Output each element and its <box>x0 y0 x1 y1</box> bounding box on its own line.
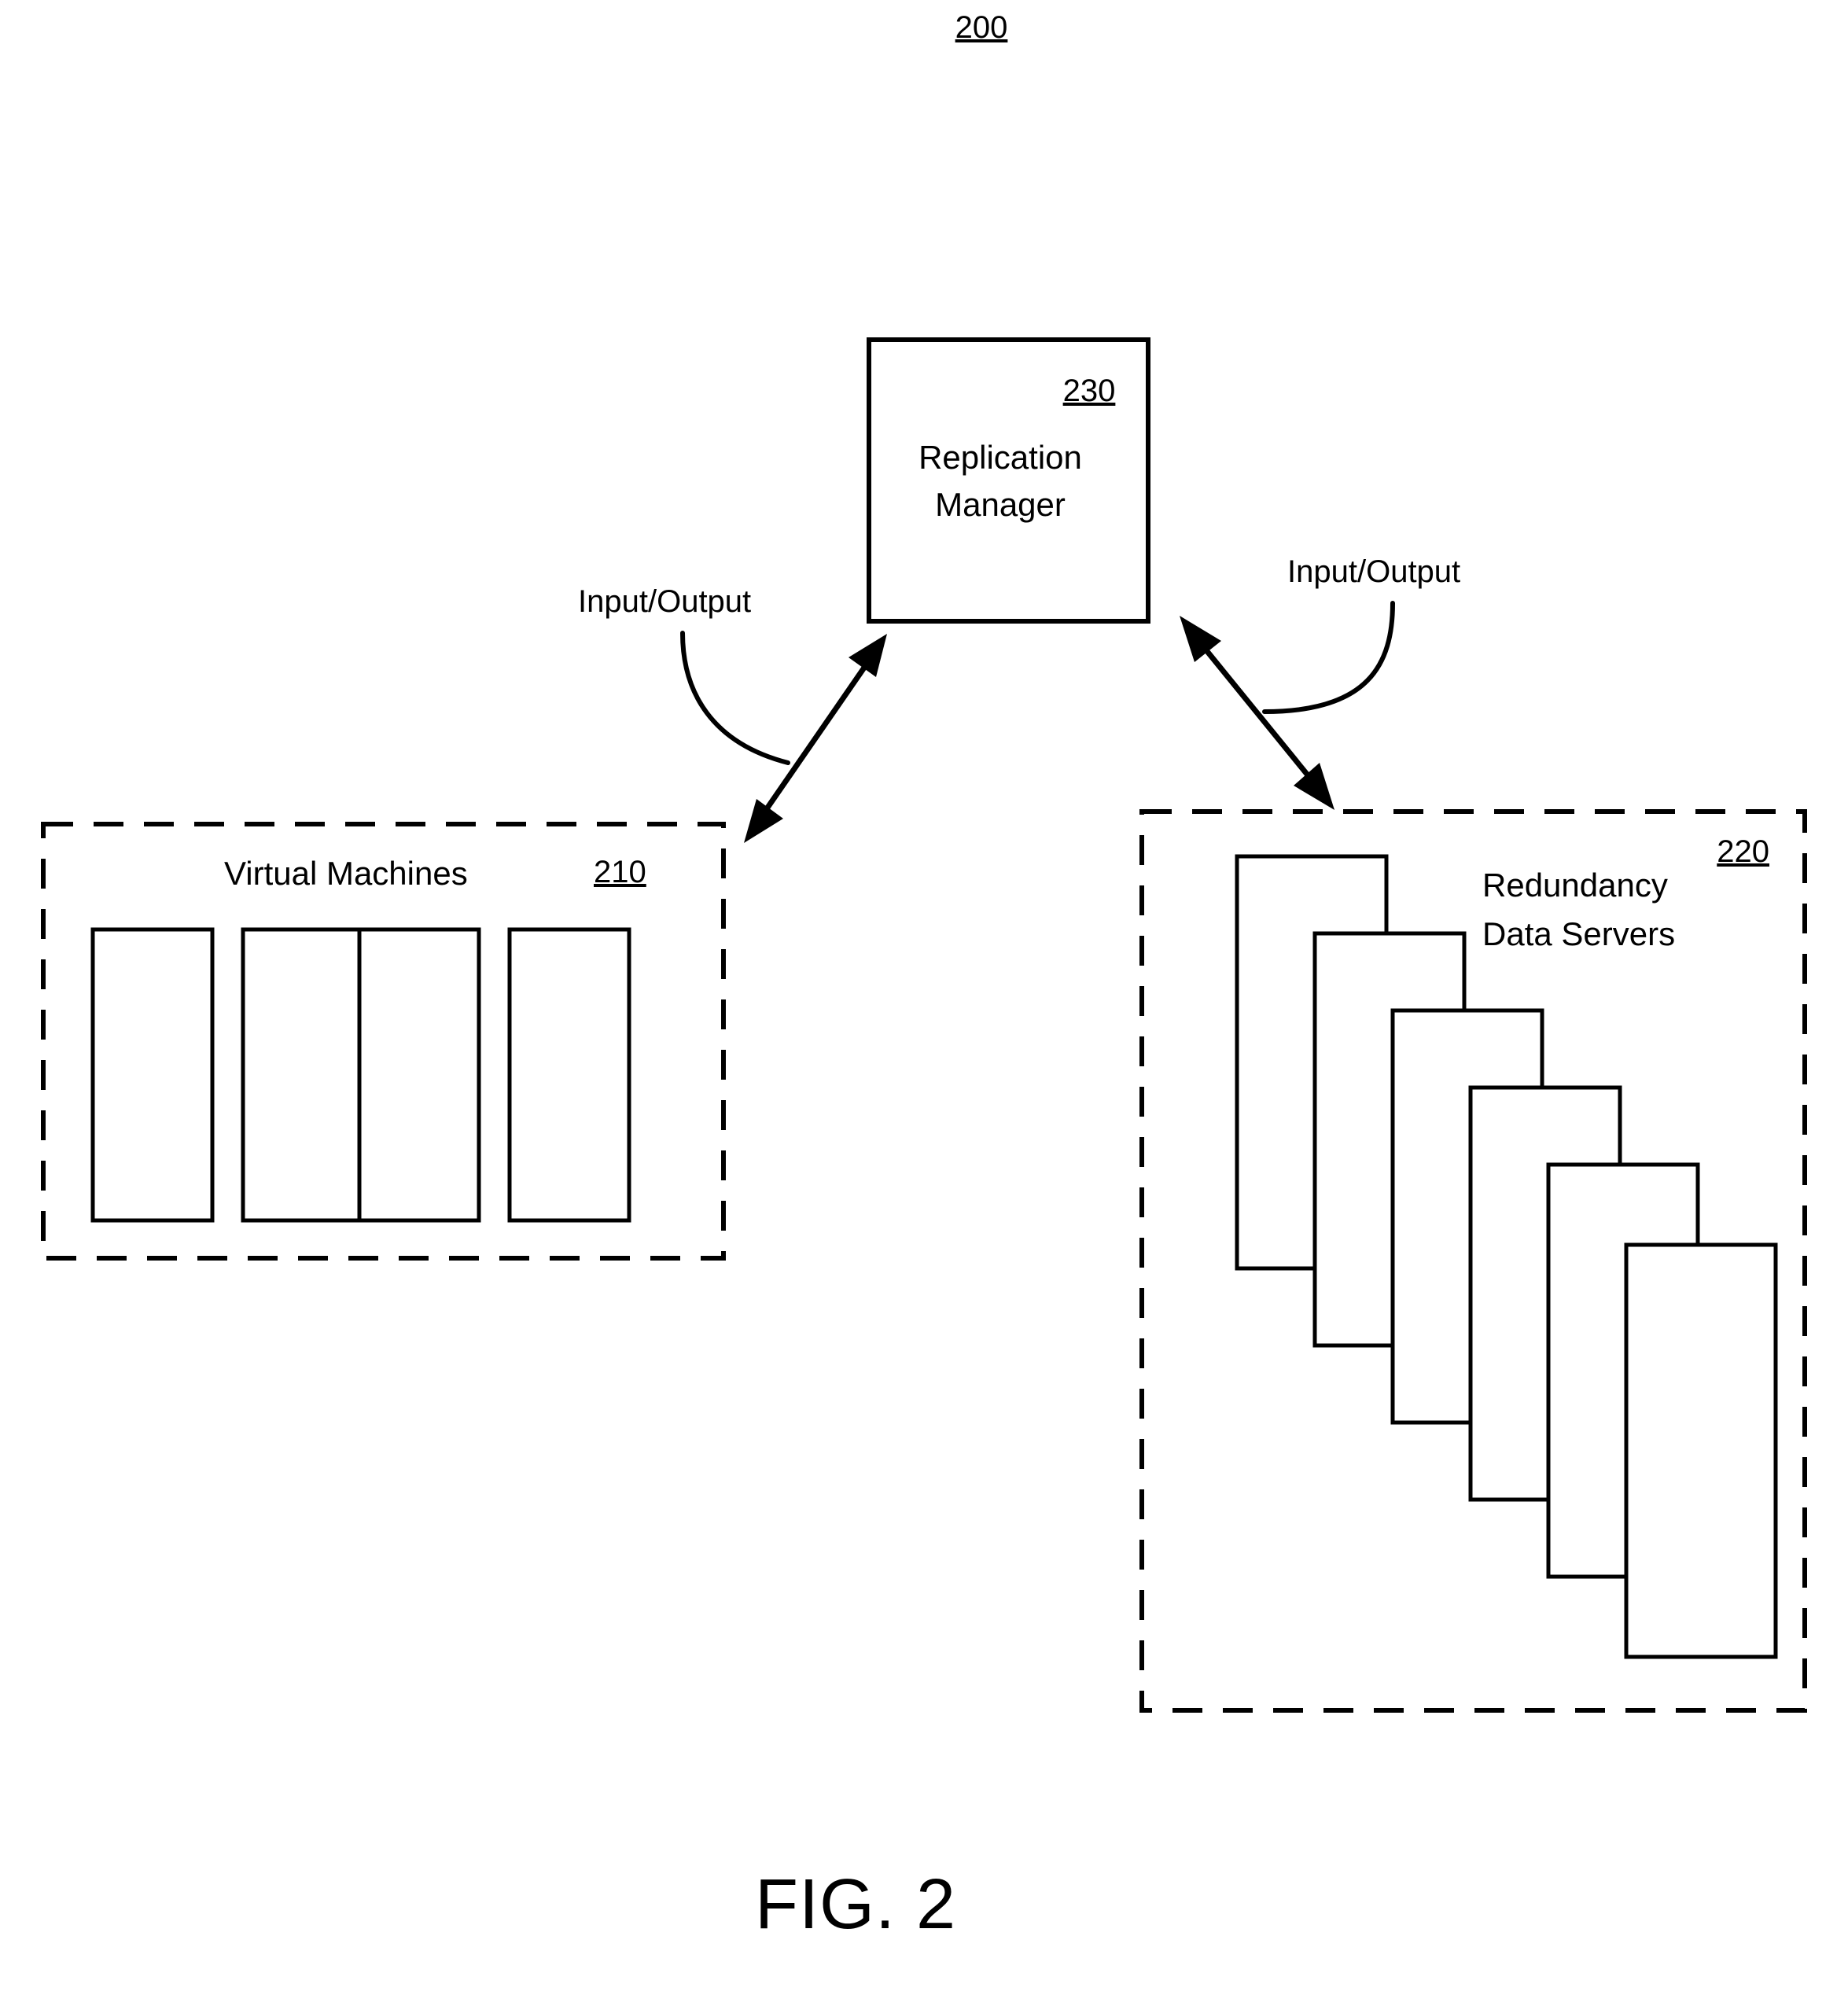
figure-caption-group: FIG. 2 <box>755 1865 956 1944</box>
redundancy-data-servers-label-line2: Data Servers <box>1482 915 1675 952</box>
figure-reference-200: 200 <box>955 10 1008 45</box>
left-arrow-head-down <box>744 799 783 843</box>
virtual-machine-4[interactable] <box>507 927 631 1223</box>
virtual-machine-3[interactable] <box>357 927 481 1223</box>
right-io-label: Input/Output <box>1287 554 1460 589</box>
left-double-arrow <box>744 634 887 843</box>
replication-manager-title-line1: Replication <box>918 439 1082 476</box>
replication-manager-title-line2: Manager <box>935 486 1066 523</box>
left-io-annotation: Input/Output <box>578 584 790 765</box>
figure-reference-200-text: 200 <box>955 10 1008 45</box>
figure-caption: FIG. 2 <box>755 1865 956 1944</box>
virtual-machine-1[interactable] <box>90 927 215 1223</box>
left-io-leader-line <box>680 631 790 765</box>
redundancy-data-servers-reference-220: 220 <box>1717 834 1769 869</box>
right-arrow-shaft <box>1194 635 1321 791</box>
virtual-machine-2[interactable] <box>241 927 365 1223</box>
right-io-annotation: Input/Output <box>1262 554 1460 714</box>
left-arrow-shaft <box>757 653 875 822</box>
redundancy-data-servers-label-line1: Redundancy <box>1482 867 1668 904</box>
virtual-machines-label: Virtual Machines <box>224 855 468 892</box>
replication-manager-block[interactable]: 230 Replication Manager <box>867 337 1150 624</box>
left-io-label: Input/Output <box>578 584 751 619</box>
redundancy-data-servers-group[interactable]: 220 Redundancy Data Servers <box>1139 809 1807 1713</box>
left-arrow-head-up <box>849 634 887 677</box>
right-io-leader-line <box>1262 601 1395 714</box>
replication-manager-reference-230: 230 <box>1063 374 1116 408</box>
virtual-machines-reference-210: 210 <box>594 855 646 889</box>
data-server-6[interactable] <box>1624 1242 1778 1659</box>
patent-figure-200: 200 230 Replication Manager Input/Output… <box>0 0 1848 1995</box>
virtual-machines-group[interactable]: Virtual Machines 210 <box>41 822 726 1261</box>
right-arrow-head-down <box>1294 763 1334 810</box>
figure-canvas: 200 230 Replication Manager Input/Output… <box>41 10 1807 1944</box>
right-arrow-head-up <box>1180 616 1221 662</box>
right-double-arrow <box>1180 616 1334 810</box>
